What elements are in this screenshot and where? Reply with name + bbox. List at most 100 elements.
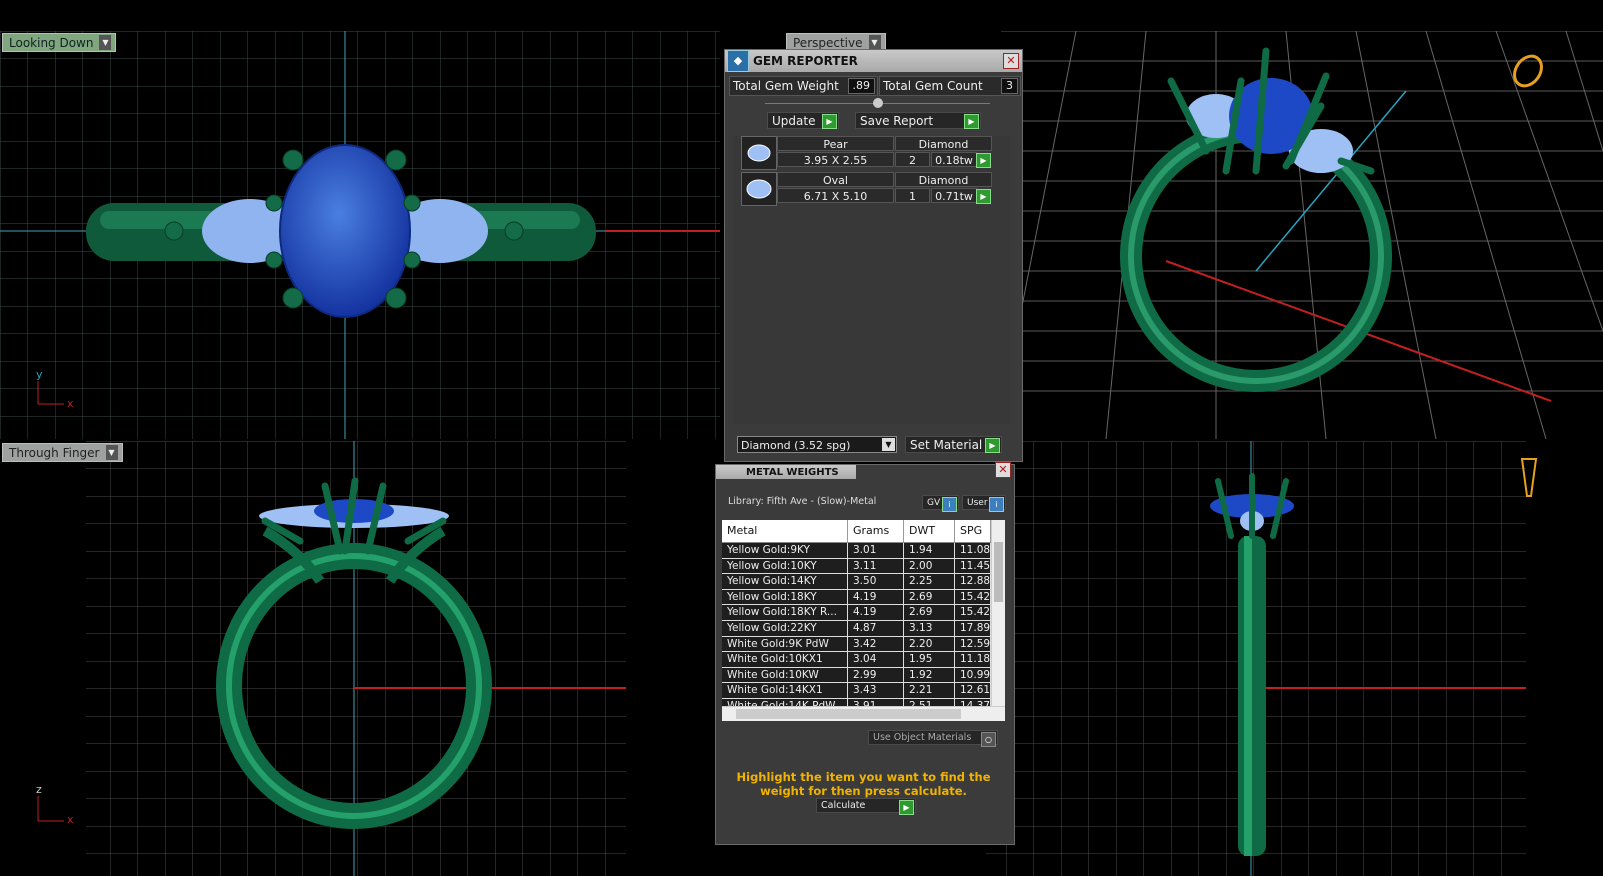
table-cell: 1.94 [904,543,955,558]
save-report-label: Save Report [860,113,934,128]
chevron-down-icon[interactable]: ▼ [105,445,118,460]
table-cell: 11.45 [955,558,991,574]
viewport-through-finger-grid [37,441,626,876]
gem-reporter-titlebar[interactable]: ◆ GEM REPORTER ✕ [725,50,1022,72]
table-row[interactable]: Yellow Gold:10KY 3.11 2.00 11.45 [722,558,1005,575]
checkbox-icon[interactable]: ○ [981,732,996,747]
total-gem-count-value: 3 [1001,78,1018,94]
vertical-scrollbar[interactable] [991,520,1005,720]
viewport-through-finger[interactable]: z x Through Finger ▼ [0,441,720,876]
table-row[interactable]: White Gold:14KX1 3.43 2.21 12.61 [722,683,1005,699]
metal-weights-titlebar[interactable]: METAL WEIGHTS [716,465,856,479]
table-row[interactable]: Yellow Gold:18KY R... 4.19 2.69 15.42 [722,605,1005,621]
chevron-down-icon[interactable]: ▼ [882,438,895,451]
play-icon: ▶ [964,114,979,129]
metal-weights-title: METAL WEIGHTS [746,466,839,478]
table-cell: Yellow Gold:22KY [722,620,848,636]
total-gem-count-label: Total Gem Count [883,79,983,93]
viewport-looking-down[interactable]: y x Looking Down ▼ [0,31,720,439]
total-gem-weight-value: .89 [847,78,875,94]
save-report-button[interactable]: Save Report ▶ [855,112,981,129]
viewport-label-text: Looking Down [9,35,94,50]
play-icon: ▶ [985,438,1000,453]
metal-table[interactable]: Metal Grams DWT SPG Yellow Gold:9KY 3.01 1… [722,520,1005,720]
update-label: Update [772,113,816,128]
table-cell: 3.04 [848,652,904,667]
gem-row[interactable]: Oval Diamond 6.71 X 5.10 1 0.71tw ▶ [741,172,992,206]
table-row[interactable]: White Gold:10KW 2.99 1.92 10.99 [722,667,1005,684]
table-cell: 2.69 [904,589,955,605]
use-object-materials-label: Use Object Materials [873,732,972,743]
table-row[interactable]: White Gold:9K PdW 3.42 2.20 12.59 [722,636,1005,653]
table-cell: 15.42 [955,589,991,605]
table-cell: 2.25 [904,574,955,589]
table-cell: White Gold:14KX1 [722,683,848,698]
table-row[interactable]: Yellow Gold:14KY 3.50 2.25 12.88 [722,574,1005,590]
gem-reporter-title: GEM REPORTER [753,54,858,68]
table-cell: 3.50 [848,574,904,589]
calculate-button[interactable]: Calculate ▶ [816,798,916,815]
table-cell: 2.00 [904,558,955,574]
viewport-label-through-finger[interactable]: Through Finger ▼ [2,443,123,462]
metal-table-header: Metal Grams DWT SPG [722,520,1005,543]
gem-reporter-icon: ◆ [727,50,749,72]
table-cell: Yellow Gold:18KY [722,589,848,605]
horizontal-scrollbar[interactable] [722,706,1005,721]
axis-x-label: x [67,397,74,410]
col-metal[interactable]: Metal [722,520,848,542]
gem-row[interactable]: Pear Diamond 3.95 X 2.55 2 0.18tw ▶ [741,136,992,170]
table-cell: 12.59 [955,636,991,652]
table-cell: 12.88 [955,574,991,589]
table-cell: 11.08 [955,543,991,558]
viewport-label-looking-down[interactable]: Looking Down ▼ [2,33,117,52]
scroll-thumb[interactable] [736,709,961,719]
chevron-down-icon[interactable]: ▼ [868,35,881,50]
table-cell: White Gold:9K PdW [722,636,848,652]
axis-z-label: z [36,783,42,796]
table-cell: 4.19 [848,589,904,605]
material-select-value: Diamond (3.52 spg) [741,439,851,452]
play-icon: ▶ [822,114,837,129]
table-row[interactable]: Yellow Gold:9KY 3.01 1.94 11.08 [722,543,1005,559]
scroll-thumb[interactable] [994,542,1003,602]
user-toggle[interactable]: User i [962,495,1006,512]
pear-gem-icon [741,136,777,170]
table-row[interactable]: Yellow Gold:18KY 4.19 2.69 15.42 [722,589,1005,606]
gem-list: Pear Diamond 3.95 X 2.55 2 0.18tw ▶ Oval… [733,136,1010,424]
use-object-materials-toggle[interactable]: Use Object Materials ○ [868,730,998,747]
chevron-down-icon[interactable]: ▼ [99,35,112,50]
viewport-label-text: Perspective [793,35,863,50]
close-icon[interactable]: ✕ [995,462,1011,478]
table-cell: 10.99 [955,667,991,683]
set-material-button[interactable]: Set Material ▶ [905,436,1002,453]
gem-dims: 6.71 X 5.10 [777,188,894,203]
table-row[interactable]: White Gold:10KX1 3.04 1.95 11.18 [722,652,1005,668]
table-cell: Yellow Gold:9KY [722,543,848,558]
library-label: Library: Fifth Ave - (Slow)-Metal [728,496,877,507]
gv-label: GV [927,497,941,508]
table-row[interactable]: Yellow Gold:22KY 4.87 3.13 17.89 [722,620,1005,637]
table-cell: 4.19 [848,605,904,620]
update-button[interactable]: Update ▶ [767,112,839,129]
col-grams[interactable]: Grams [848,520,904,542]
table-cell: 2.69 [904,605,955,620]
play-icon[interactable]: ▶ [976,153,991,168]
play-icon[interactable]: ▶ [976,189,991,204]
gem-weight: 0.71tw [931,188,977,203]
close-icon[interactable]: ✕ [1003,53,1019,69]
table-cell: 2.99 [848,667,904,683]
gem-material: Diamond [895,172,992,187]
table-cell: 2.20 [904,636,955,652]
table-cell: 1.92 [904,667,955,683]
table-cell: White Gold:10KW [722,667,848,683]
gem-weight: 0.18tw [931,152,977,167]
gv-toggle[interactable]: GV i [922,495,959,512]
col-spg[interactable]: SPG [955,520,991,542]
viewport-looking-down-grid [0,31,720,439]
col-dwt[interactable]: DWT [904,520,955,542]
material-select[interactable]: Diamond (3.52 spg) ▼ [737,436,897,453]
play-icon: ▶ [899,800,914,815]
gem-cut: Oval [777,172,894,187]
splitter-icon[interactable] [873,98,883,108]
table-cell: White Gold:10KX1 [722,652,848,667]
